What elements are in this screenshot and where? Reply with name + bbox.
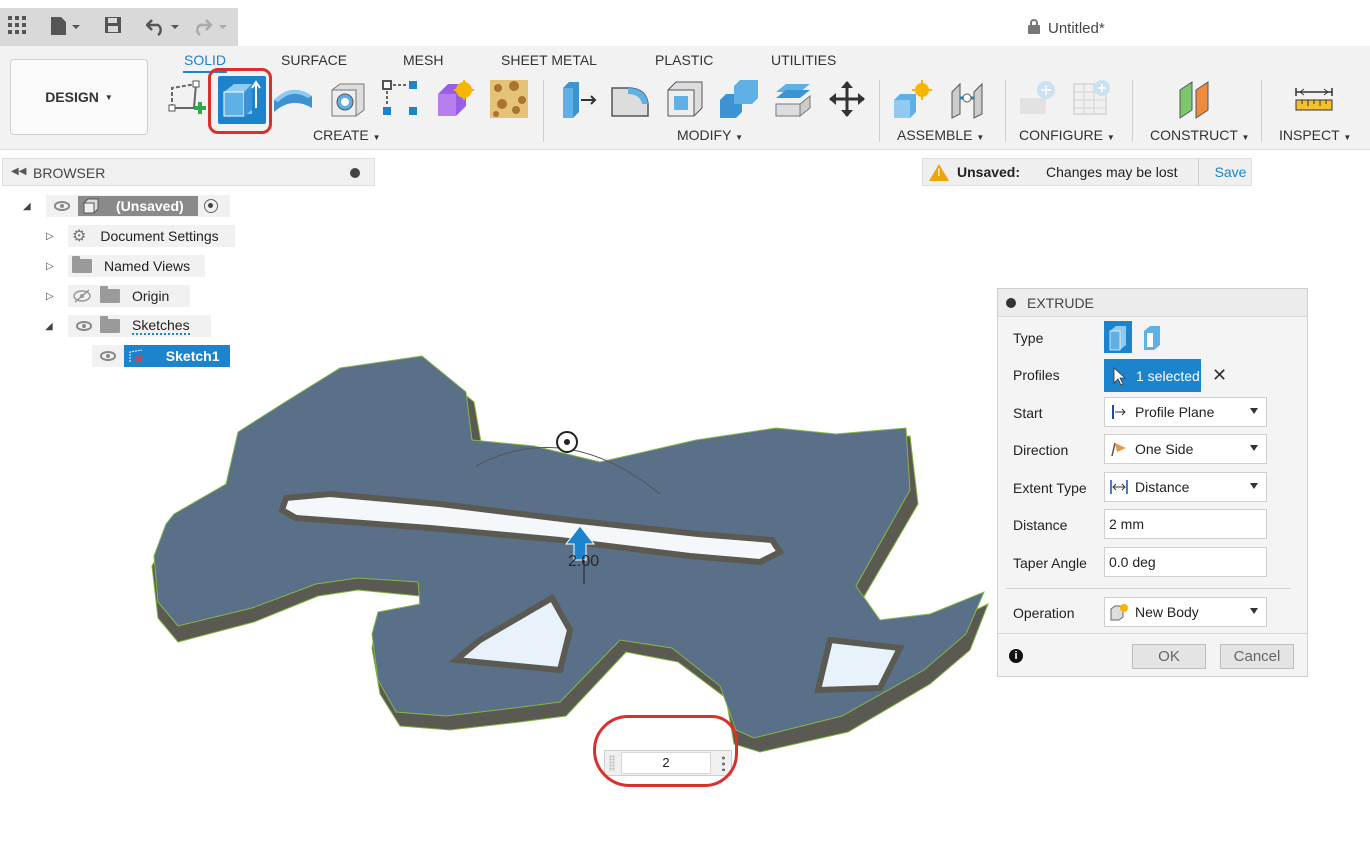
profile-plane-icon: [1112, 405, 1126, 419]
extent-type-value: Distance: [1135, 479, 1190, 495]
profiles-selection-button[interactable]: 1 selected: [1104, 359, 1201, 392]
info-icon[interactable]: i: [1009, 649, 1023, 663]
direction-dropdown[interactable]: One Side: [1104, 434, 1267, 464]
operation-value: New Body: [1135, 604, 1199, 620]
distance-value: 2 mm: [1109, 516, 1144, 532]
divider: [1006, 588, 1291, 589]
clear-selection-icon[interactable]: ✕: [1212, 365, 1227, 386]
thin-extrude-icon: [1144, 326, 1160, 350]
extent-type-dropdown[interactable]: Distance: [1104, 472, 1267, 502]
distance-label: Distance: [1013, 517, 1068, 533]
start-value: Profile Plane: [1135, 404, 1215, 420]
chevron-down-icon: [1250, 408, 1258, 414]
taper-angle-value: 0.0 deg: [1109, 554, 1156, 570]
distance-icon: [1110, 480, 1128, 494]
chevron-down-icon: [1250, 445, 1258, 451]
start-dropdown[interactable]: Profile Plane: [1104, 397, 1267, 427]
fusion-app: Untitled* DESIGN ▼ SOLID SURFACE MESH SH…: [0, 0, 1370, 848]
manipulator-value-label: 2.00: [568, 553, 599, 570]
one-side-icon: [1111, 442, 1126, 457]
ok-button[interactable]: OK: [1132, 644, 1206, 669]
chevron-down-icon: [1250, 608, 1258, 614]
extrude-title: EXTRUDE: [1027, 295, 1094, 311]
profiles-label: Profiles: [1013, 367, 1060, 383]
cursor-arrow-icon: [1113, 366, 1127, 386]
extrude-dialog: EXTRUDE Type Profiles 1 selected ✕ Start…: [997, 288, 1308, 677]
cancel-button[interactable]: Cancel: [1220, 644, 1294, 669]
taper-angle-input[interactable]: 0.0 deg: [1104, 547, 1267, 577]
solid-extrude-icon: [1109, 326, 1126, 351]
annotation-circle-distance-input: [593, 715, 738, 787]
extrude-dialog-header[interactable]: EXTRUDE: [998, 289, 1307, 317]
new-body-icon: [1110, 604, 1128, 621]
direction-value: One Side: [1135, 441, 1194, 457]
type-label: Type: [1013, 330, 1044, 346]
start-label: Start: [1013, 405, 1043, 421]
distance-input[interactable]: 2 mm: [1104, 509, 1267, 539]
collapse-dialog-icon[interactable]: [1006, 298, 1016, 308]
taper-angle-label: Taper Angle: [1013, 555, 1087, 571]
profiles-value: 1 selected: [1136, 367, 1200, 384]
extent-type-label: Extent Type: [1013, 480, 1087, 496]
direction-label: Direction: [1013, 442, 1069, 458]
type-solid-button[interactable]: [1104, 321, 1132, 353]
operation-dropdown[interactable]: New Body: [1104, 597, 1267, 627]
operation-label: Operation: [1013, 605, 1075, 621]
chevron-down-icon: [1250, 483, 1258, 489]
type-thin-button[interactable]: [1138, 321, 1166, 353]
divider: [998, 633, 1307, 634]
